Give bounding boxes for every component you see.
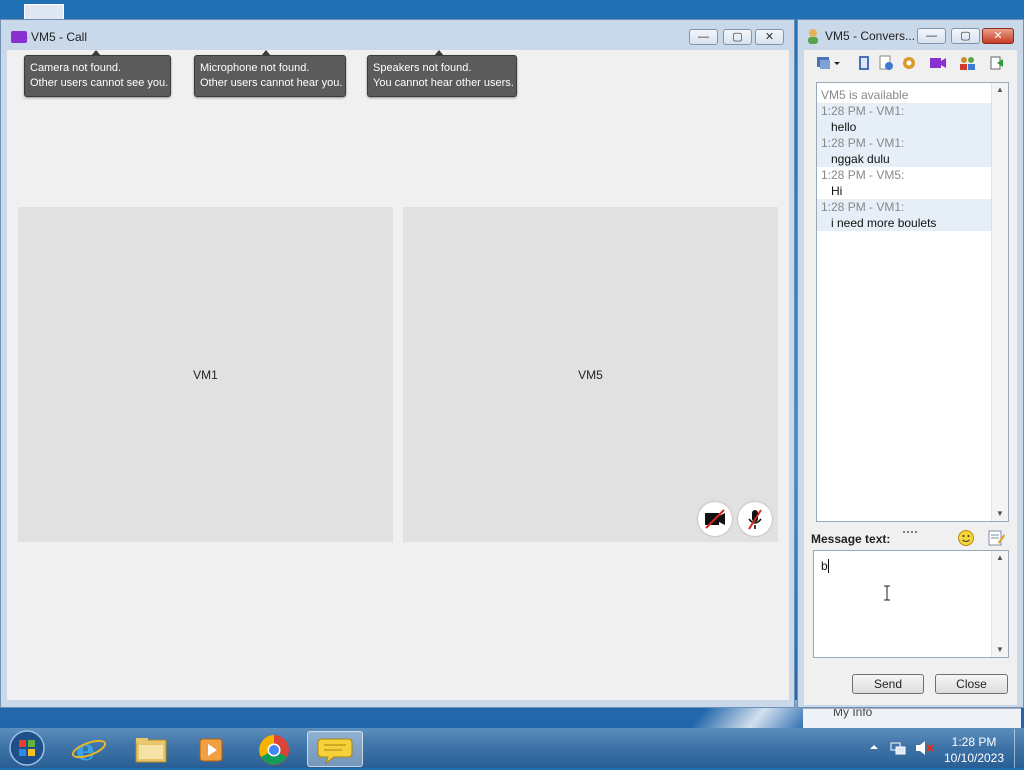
taskbar-explorer[interactable] — [123, 731, 179, 767]
media-player-icon — [199, 738, 223, 762]
leave-conversation-icon[interactable] — [989, 55, 1005, 71]
message-header: 1:28 PM - VM1: — [821, 136, 905, 150]
call-window-title: VM5 - Call — [31, 30, 88, 44]
chat-message: 1:28 PM - VM1: hello — [817, 103, 994, 135]
taskbar-messenger[interactable] — [307, 731, 363, 767]
message-input[interactable]: b ▲ ▼ — [813, 550, 1009, 658]
mic-off-icon — [748, 509, 762, 530]
participant-tile-vm1[interactable]: VM1 — [18, 207, 393, 542]
contact-icon — [806, 28, 820, 44]
chat-message: 1:28 PM - VM5: Hi — [817, 167, 994, 199]
maximize-button[interactable]: ▢ — [723, 29, 752, 45]
windows-logo-icon — [9, 730, 45, 766]
message-text-label: Message text: — [811, 532, 891, 546]
text-caret — [828, 559, 829, 573]
close-button[interactable]: ✕ — [755, 29, 784, 45]
show-hidden-icons-icon[interactable] — [868, 741, 880, 753]
message-input-value: b — [821, 559, 828, 573]
message-text: Hi — [831, 184, 843, 198]
settings-icon[interactable] — [901, 55, 917, 71]
send-file-icon[interactable] — [878, 55, 894, 71]
chat-log-scrollbar[interactable]: ▲ ▼ — [991, 83, 1008, 521]
format-text-icon[interactable] — [987, 529, 1005, 547]
tooltip-line: Other users cannot see you. — [30, 77, 169, 89]
message-text: hello — [831, 120, 857, 134]
conv-maximize-button[interactable]: ▢ — [951, 28, 980, 44]
participant-name: VM1 — [193, 368, 218, 382]
chat-bubble-icon — [317, 738, 353, 765]
volume-muted-icon[interactable] — [914, 739, 934, 757]
show-desktop-button[interactable] — [1014, 729, 1024, 768]
chat-message: 1:28 PM - VM1: i need more boulets — [817, 199, 994, 231]
tooltip-line: Other users cannot hear you. — [200, 77, 343, 89]
chat-log[interactable]: VM5 is available 1:28 PM - VM1: hello 1:… — [816, 82, 1009, 522]
main-window-strip: My Info — [803, 708, 1021, 729]
my-info-label[interactable]: My Info — [833, 709, 872, 719]
camera-not-found-tooltip: Camera not found. Other users cannot see… — [24, 50, 171, 97]
presence-status: VM5 is available — [821, 88, 909, 102]
conv-close-button[interactable]: ✕ — [982, 28, 1014, 44]
call-window-titlebar[interactable]: VM5 - Call — ▢ ✕ — [1, 20, 794, 50]
tooltip-line: Camera not found. — [30, 62, 122, 74]
message-input-scrollbar[interactable]: ▲ ▼ — [991, 551, 1008, 657]
taskbar-chrome[interactable] — [246, 731, 302, 767]
network-icon[interactable] — [889, 739, 907, 757]
scroll-down-arrow-icon[interactable]: ▼ — [992, 507, 1008, 521]
emoticon-icon[interactable] — [957, 529, 975, 547]
folder-icon — [135, 738, 167, 763]
tooltip-line: You cannot hear other users. — [373, 77, 514, 89]
chrome-icon — [259, 735, 289, 765]
taskbar-ie[interactable]: e — [62, 731, 118, 768]
message-text: i need more boulets — [831, 216, 937, 230]
video-call-icon[interactable] — [929, 55, 946, 71]
scroll-down-arrow-icon[interactable]: ▼ — [992, 643, 1008, 657]
ibeam-cursor-icon — [884, 585, 890, 601]
clock-date: 10/10/2023 — [943, 751, 1005, 765]
mic-off-button[interactable] — [738, 502, 772, 536]
tooltip-line: Speakers not found. — [373, 62, 472, 74]
message-header: 1:28 PM - VM1: — [821, 104, 905, 118]
message-text: nggak dulu — [831, 152, 890, 166]
system-clock[interactable]: 1:28 PM 10/10/2023 — [942, 734, 1006, 766]
participant-name: VM5 — [578, 368, 603, 382]
taskbar-media-player[interactable] — [184, 731, 240, 767]
splitter-grip[interactable] — [902, 524, 918, 533]
desktop-icon[interactable] — [24, 4, 64, 20]
minimize-button[interactable]: — — [689, 29, 718, 45]
scroll-up-arrow-icon[interactable]: ▲ — [992, 83, 1008, 97]
view-dropdown-icon[interactable] — [816, 55, 842, 71]
video-call-icon — [11, 31, 28, 43]
history-icon[interactable] — [856, 55, 872, 71]
start-button[interactable] — [7, 729, 47, 767]
microphone-not-found-tooltip: Microphone not found. Other users cannot… — [194, 50, 346, 97]
camera-off-icon — [705, 509, 725, 529]
svg-text:e: e — [76, 733, 95, 767]
clock-time: 1:28 PM — [951, 735, 997, 749]
camera-off-button[interactable] — [698, 502, 732, 536]
tooltip-line: Microphone not found. — [200, 62, 310, 74]
message-header: 1:28 PM - VM5: — [821, 168, 905, 182]
message-header: 1:28 PM - VM1: — [821, 200, 905, 214]
invite-users-icon[interactable] — [959, 55, 975, 71]
send-button[interactable]: Send — [852, 674, 924, 694]
speakers-not-found-tooltip: Speakers not found. You cannot hear othe… — [367, 50, 517, 97]
internet-explorer-icon: e — [71, 733, 107, 768]
conv-minimize-button[interactable]: — — [917, 28, 946, 44]
participant-tile-vm5[interactable]: VM5 — [403, 207, 778, 542]
chat-message: 1:28 PM - VM1: nggak dulu — [817, 135, 994, 167]
conversation-window-title: VM5 - Convers... — [825, 29, 916, 43]
close-conversation-button[interactable]: Close — [935, 674, 1008, 694]
scroll-up-arrow-icon[interactable]: ▲ — [992, 551, 1008, 565]
